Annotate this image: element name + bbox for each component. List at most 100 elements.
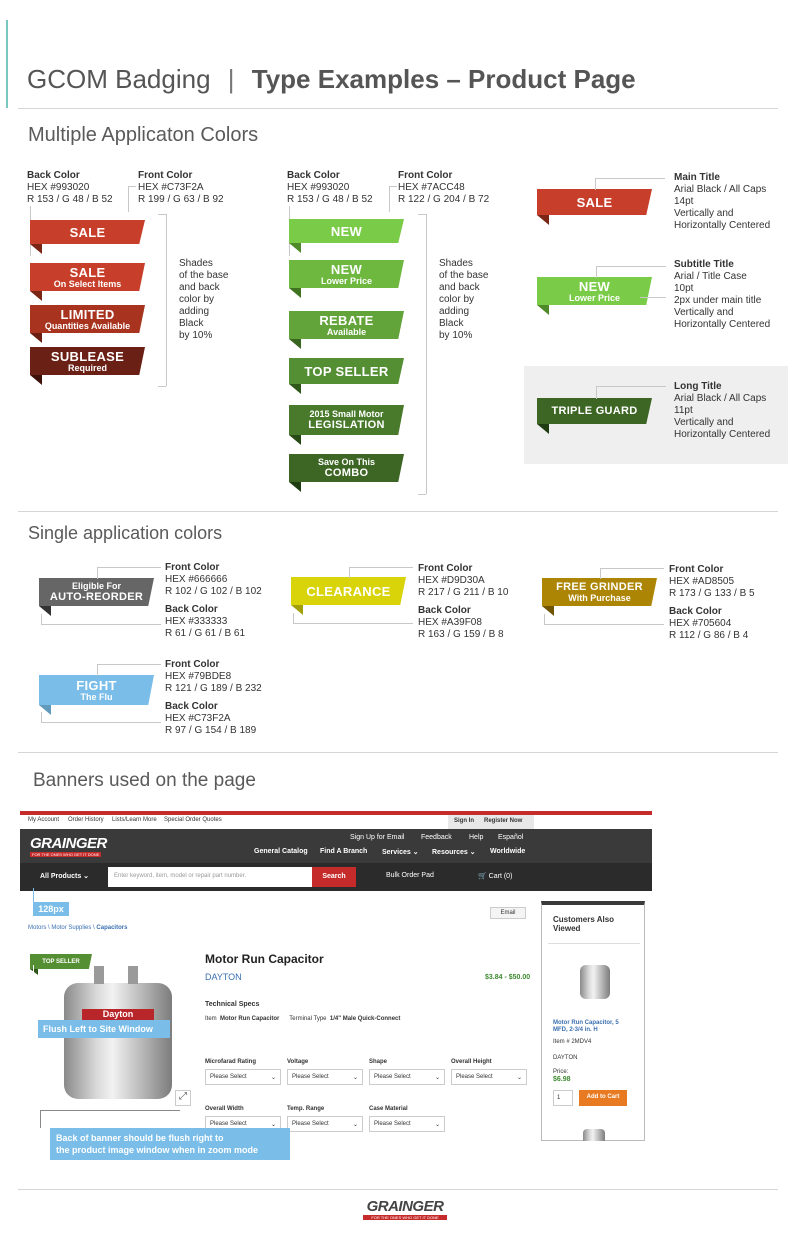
sign-in-link[interactable]: Sign In <box>454 818 474 824</box>
clearance-front-color: Front Color HEX #D9D30A R 217 / G 211 / … <box>418 563 509 598</box>
filter-select[interactable]: Please Select ⌄ <box>369 1069 445 1085</box>
red-back-color-label: Back Color HEX #993020 R 153 / G 48 / B … <box>27 170 113 205</box>
search-bar: All Products ⌄ Enter keyword, item, mode… <box>20 863 652 891</box>
connector-line <box>544 624 664 625</box>
help-link[interactable]: Help <box>469 834 483 841</box>
cart-icon: 🛒 <box>478 873 489 880</box>
espanol-link[interactable]: Español <box>498 834 523 841</box>
spec-item: Item Motor Run Capacitor Terminal Type 1… <box>205 1016 401 1022</box>
tech-specs-heading: Technical Specs <box>205 1001 260 1008</box>
connector-line <box>97 567 98 579</box>
find-branch-link[interactable]: Find A Branch <box>320 848 367 855</box>
filter-select[interactable]: Please Select ⌄ <box>287 1116 363 1132</box>
services-link[interactable]: Services ⌄ <box>382 848 419 856</box>
auto-reorder-back-color: Back Color HEX #333333 R 61 / G 61 / B 6… <box>165 604 246 639</box>
subtitle-spec: Subtitle Title Arial / Title Case 10pt 2… <box>674 259 771 330</box>
divider <box>18 108 778 109</box>
filter-select[interactable]: Please Select ⌄ <box>369 1116 445 1132</box>
bracket <box>158 214 166 215</box>
qty-input[interactable]: 1 <box>553 1090 573 1106</box>
auto-reorder-badge: Eligible For AUTO-REORDER <box>39 578 154 616</box>
filter-label: Case Material <box>369 1106 408 1112</box>
connector-line <box>33 965 34 1021</box>
connector-line <box>596 386 666 387</box>
divider <box>18 511 778 512</box>
filter-select[interactable]: Please Select ⌄ <box>205 1069 281 1085</box>
grainger-logo[interactable]: GRAINGER <box>30 835 107 852</box>
side-item-number: Item # 2MDV4 <box>553 1039 592 1045</box>
connector-line <box>41 712 42 722</box>
email-button[interactable]: Email <box>490 907 526 919</box>
resources-link[interactable]: Resources ⌄ <box>432 848 476 856</box>
flush-right-note: Back of banner should be flush right to … <box>50 1128 290 1160</box>
free-grinder-back-color: Back Color HEX #705604 R 112 / G 86 / B … <box>669 606 749 641</box>
site-top-bar <box>20 811 652 815</box>
long-title-spec: Long Title Arial Black / All Caps 11pt V… <box>674 381 771 440</box>
side-product-image[interactable] <box>580 965 610 999</box>
top-seller-badge: TOP SELLER <box>289 358 404 394</box>
util-link-lists[interactable]: Lists/Learn More <box>112 817 157 823</box>
brand-title: GCOM Badging <box>27 64 211 94</box>
connector-line <box>97 567 161 568</box>
new-lower-price-badge: NEW Lower Price <box>289 260 404 298</box>
flush-left-note: Flush Left to Site Window <box>38 1020 170 1038</box>
util-link-my-account[interactable]: My Account <box>28 817 59 823</box>
green-front-color-label: Front Color HEX #7ACC48 R 122 / G 204 / … <box>398 170 490 205</box>
clearance-badge: CLEARANCE <box>291 577 406 615</box>
side-product-image-2[interactable] <box>583 1129 605 1141</box>
all-products-menu[interactable]: All Products ⌄ <box>40 872 89 880</box>
cart-link[interactable]: 🛒 Cart (0) <box>478 872 512 880</box>
side-product-link[interactable]: Motor Run Capacitor, 5 MFD, 2-3/4 in. H <box>553 1020 633 1034</box>
connector-line <box>640 297 666 298</box>
connector-line <box>293 613 294 623</box>
connector-line <box>389 186 390 212</box>
also-viewed-panel: Customers Also Viewed Motor Run Capacito… <box>541 901 645 1141</box>
terminal <box>128 966 138 984</box>
connector-line <box>128 186 129 212</box>
feedback-link[interactable]: Feedback <box>421 834 452 841</box>
divider <box>18 752 778 753</box>
filter-select[interactable]: Please Select ⌄ <box>287 1069 363 1085</box>
connector-line <box>596 266 666 267</box>
connector-line <box>544 614 545 624</box>
search-placeholder: Enter keyword, item, model or repair par… <box>114 873 247 879</box>
breadcrumb: Motors \ Motor Supplies \ Capacitors <box>28 925 128 931</box>
filter-label: Overall Width <box>205 1106 244 1112</box>
filter-select[interactable]: Please Select ⌄ <box>451 1069 527 1085</box>
util-link-special-order[interactable]: Special Order Quotes <box>164 817 222 823</box>
util-link-order-history[interactable]: Order History <box>68 817 104 823</box>
page-title: Type Examples – Product Page <box>251 64 636 94</box>
site-screenshot: My Account Order History Lists/Learn Mor… <box>20 811 652 1141</box>
connector-line <box>40 1110 41 1128</box>
filter-label: Shape <box>369 1059 388 1065</box>
new-badge: NEW <box>289 219 404 253</box>
footer-logo: GRAINGER FOR THE ONES WHO GET IT DONE <box>357 1198 453 1220</box>
limited-badge: LIMITED Quantities Available <box>30 305 145 343</box>
product-brand[interactable]: DAYTON <box>205 972 242 982</box>
bracket <box>418 494 426 495</box>
fight-flu-front-color: Front Color HEX #79BDE8 R 121 / G 189 / … <box>165 659 262 694</box>
search-button[interactable]: Search <box>312 867 356 887</box>
connector-line <box>33 888 34 902</box>
rebate-badge: REBATE Available <box>289 311 404 349</box>
section-title: Single application colors <box>28 523 223 543</box>
signup-email-link[interactable]: Sign Up for Email <box>350 834 404 841</box>
sublease-badge: SUBLEASE Required <box>30 347 145 385</box>
connector-line <box>41 614 42 624</box>
general-catalog-link[interactable]: General Catalog <box>254 848 308 855</box>
bracket <box>426 214 427 494</box>
connector-line <box>97 664 161 665</box>
connector-line <box>595 178 665 179</box>
bulk-order-pad[interactable]: Bulk Order Pad <box>386 872 434 879</box>
shades-note: Shades of the base and back color by add… <box>179 258 229 341</box>
section-title: Banners used on the page <box>33 770 256 791</box>
search-input[interactable]: Enter keyword, item, model or repair par… <box>108 867 312 887</box>
worldwide-link[interactable]: Worldwide <box>490 848 525 855</box>
zoom-icon[interactable]: ⤢ <box>175 1090 191 1106</box>
connector-line <box>41 722 161 723</box>
filter-label: Temp. Range <box>287 1106 325 1112</box>
bracket <box>158 386 166 387</box>
register-link[interactable]: Register Now <box>484 818 522 824</box>
add-to-cart-button[interactable]: Add to Cart <box>579 1090 627 1106</box>
divider <box>548 943 640 944</box>
